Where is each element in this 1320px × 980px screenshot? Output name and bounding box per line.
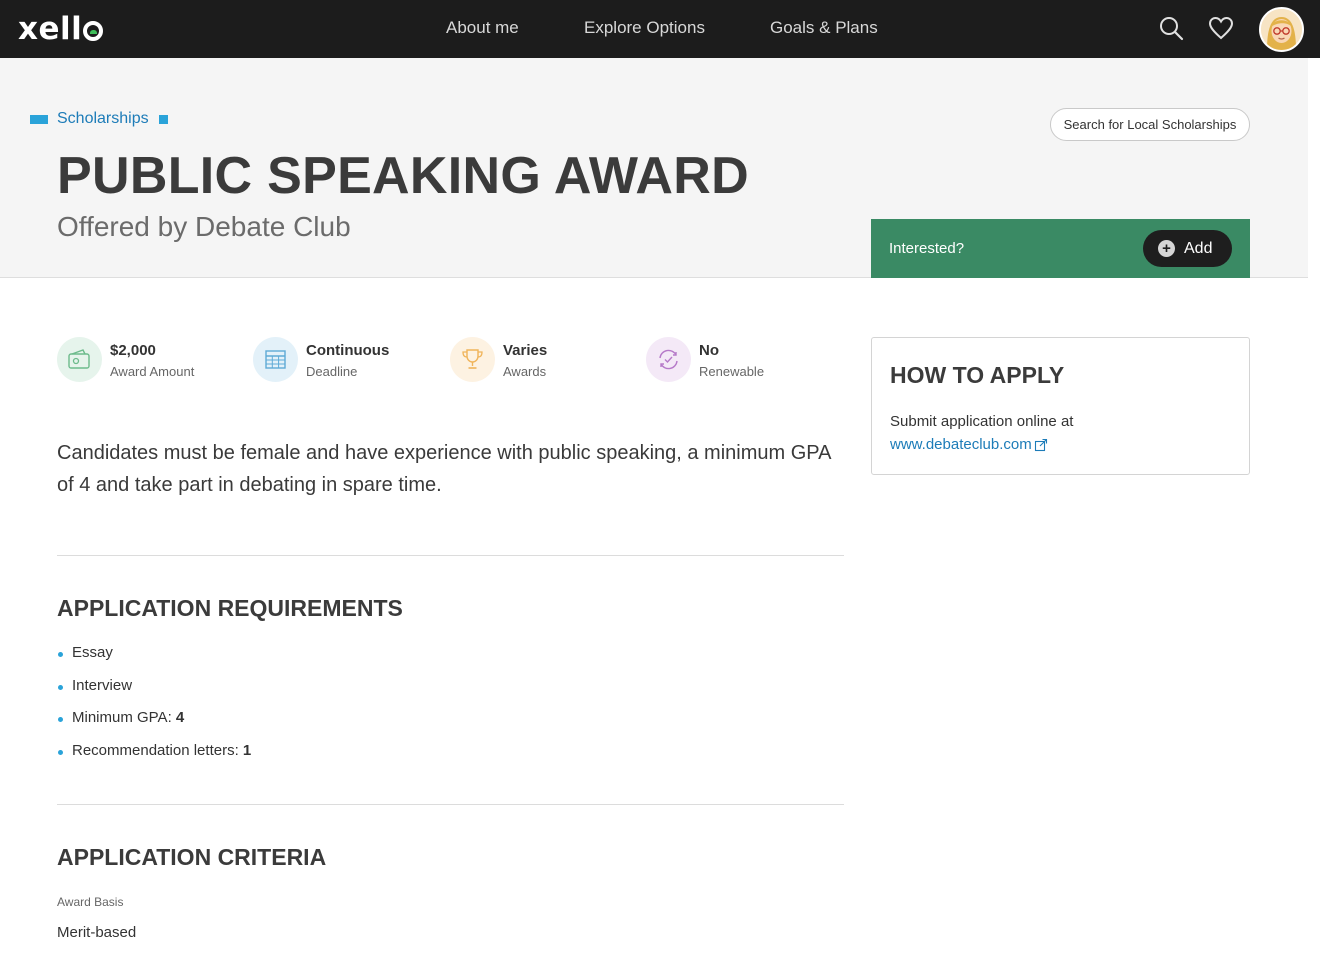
how-to-apply-heading: HOW TO APPLY [890,362,1065,388]
breadcrumb-square-icon [158,114,168,124]
stat-caption: Renewable [699,364,765,379]
stat-caption: Awards [503,364,547,379]
award-basis-label: Award Basis [57,895,124,909]
interested-label: Interested? [889,240,965,257]
search-local-scholarships-button[interactable]: Search for Local Scholarships [1050,108,1250,141]
requirements-list: Essay Interview Minimum GPA: 4 Recommend… [57,644,251,774]
stat-caption: Award Amount [110,364,195,379]
divider [57,555,844,556]
plus-icon: + [1158,240,1175,257]
stat-awards: Varies Awards [450,337,630,383]
how-to-apply-text: Submit application online at [890,413,1074,430]
requirements-heading: APPLICATION REQUIREMENTS [57,595,403,621]
list-item: Minimum GPA: 4 [57,709,251,742]
apply-link[interactable]: www.debateclub.com [890,436,1048,453]
nav-goals-plans[interactable]: Goals & Plans [770,18,878,38]
avatar[interactable] [1259,7,1304,52]
stat-deadline: Continuous Deadline [253,337,433,383]
add-button[interactable]: + Add [1143,230,1232,267]
divider [57,804,844,805]
scholarship-description: Candidates must be female and have exper… [57,442,831,496]
apply-link-text: www.debateclub.com [890,436,1032,453]
renew-icon [659,349,678,370]
trophy-icon [462,349,483,369]
stat-value: No [699,342,719,359]
add-button-label: Add [1184,239,1213,257]
calendar-icon [265,350,286,369]
breadcrumb: Scholarships [30,110,168,128]
list-item: Essay [57,644,251,677]
xello-logo[interactable]: xell [18,11,104,47]
stat-value: $2,000 [110,342,156,359]
list-item: Interview [57,677,251,710]
stat-renewable: No Renewable [646,337,826,383]
interested-panel: Interested? + Add [871,219,1250,278]
nav-about-me[interactable]: About me [446,18,519,38]
breadcrumb-bar-icon [30,114,48,124]
external-link-icon [1034,438,1047,451]
breadcrumb-scholarships[interactable]: Scholarships [57,110,149,128]
offered-by: Offered by Debate Club [57,211,351,242]
stat-value: Varies [503,342,548,359]
wallet-icon [68,349,90,369]
stat-award-amount: $2,000 Award Amount [57,337,237,383]
search-icon[interactable] [1157,14,1185,42]
how-to-apply-card: HOW TO APPLY Submit application online a… [871,337,1250,475]
heart-icon[interactable] [1207,14,1235,42]
criteria-heading: APPLICATION CRITERIA [57,844,327,870]
award-basis-value: Merit-based [57,924,137,941]
stat-value: Continuous [306,342,390,359]
list-item: Recommendation letters: 1 [57,742,251,775]
stat-caption: Deadline [306,364,358,379]
nav-explore-options[interactable]: Explore Options [584,18,705,38]
page-title: PUBLIC SPEAKING AWARD [57,147,749,205]
top-navigation-bar: xell About me Explore Options Goals & Pl… [0,0,1320,58]
